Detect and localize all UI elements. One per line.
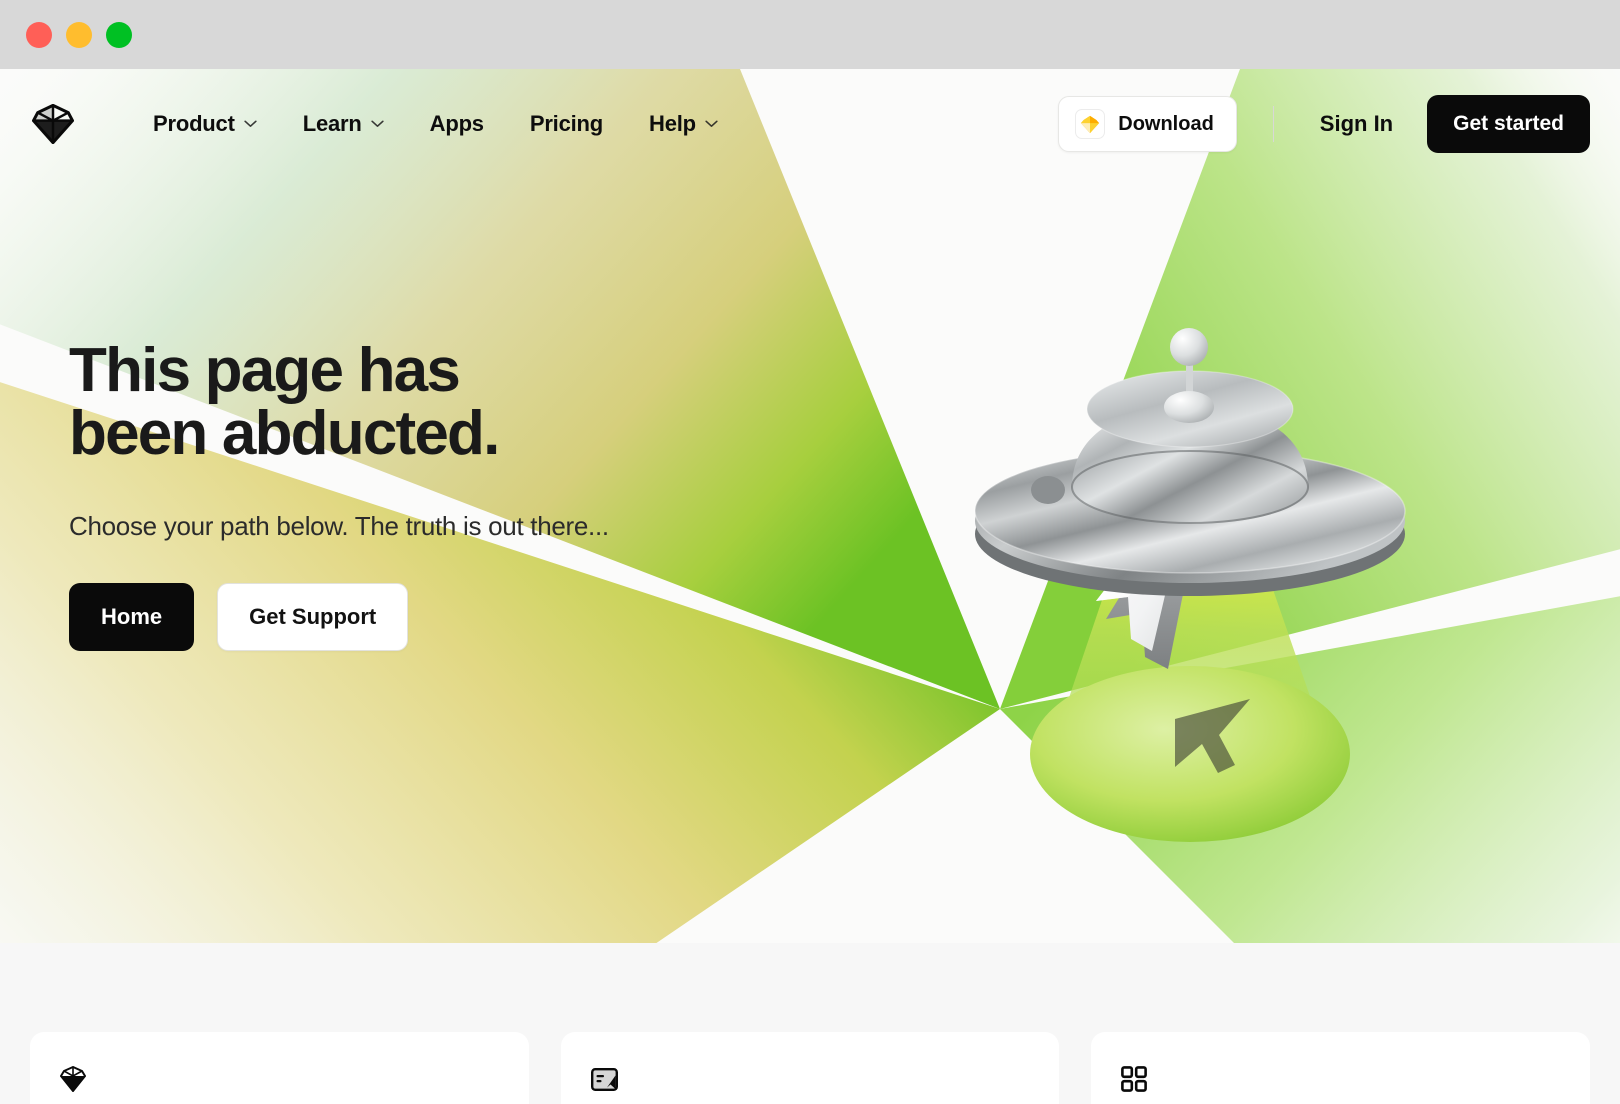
download-button[interactable]: Download (1058, 96, 1237, 152)
nav-label: Help (649, 111, 696, 136)
chevron-down-icon (371, 120, 384, 128)
hero-subtitle: Choose your path below. The truth is out… (69, 511, 609, 542)
card-features[interactable]: Looking for a list of everything you can… (1091, 1032, 1591, 1104)
header-actions: Download Sign In Get started (1058, 95, 1590, 153)
nav-item-learn[interactable]: Learn (280, 101, 407, 147)
minimize-button[interactable] (66, 21, 92, 48)
home-button[interactable]: Home (69, 583, 195, 652)
panel-cursor-icon (590, 1067, 618, 1091)
card-plans[interactable]: Solo, agency or team? We’ve got you. You… (560, 1032, 1060, 1104)
traffic-light-group (26, 21, 132, 48)
header-divider (1272, 106, 1274, 142)
cards-row: Create with our award-winning Mac app, S… (30, 1032, 1591, 1104)
page-content: Product Learn Apps Pricing Help Download… (0, 69, 1620, 1104)
window-titlebar (0, 0, 1620, 69)
sketch-gem-icon (1081, 115, 1100, 133)
download-label: Download (1118, 112, 1214, 135)
card-icon (60, 1062, 499, 1096)
sketch-diamond-icon (32, 104, 74, 144)
card-icon (590, 1062, 1030, 1096)
page-title: This page has been abducted. (69, 336, 500, 469)
nav-item-pricing[interactable]: Pricing (507, 101, 626, 147)
chevron-down-icon (244, 120, 257, 128)
sketch-diamond-icon (60, 1066, 86, 1092)
nav-label: Pricing (529, 111, 604, 136)
nav-item-help[interactable]: Help (626, 101, 741, 147)
site-header: Product Learn Apps Pricing Help Download… (0, 69, 1620, 179)
browser-window: Product Learn Apps Pricing Help Download… (0, 0, 1620, 1104)
maximize-button[interactable] (106, 21, 132, 48)
nav-label: Product (153, 111, 235, 136)
nav-item-apps[interactable]: Apps (407, 101, 507, 147)
chevron-down-icon (705, 120, 718, 128)
nav-item-product[interactable]: Product (130, 101, 280, 147)
hero-actions: Home Get Support (69, 583, 869, 652)
card-mac-app[interactable]: Create with our award-winning Mac app, (30, 1032, 529, 1104)
nav-label: Learn (302, 111, 362, 136)
grid-four-squares-icon (1121, 1066, 1148, 1092)
cards-section: Create with our award-winning Mac app, S… (0, 943, 1620, 1104)
sign-in-link[interactable]: Sign In (1296, 101, 1417, 147)
card-icon (1121, 1062, 1560, 1096)
sketch-app-icon (1075, 109, 1106, 139)
main-navigation: Product Learn Apps Pricing Help (130, 101, 741, 147)
get-support-button[interactable]: Get Support (217, 583, 409, 652)
nav-label: Apps (429, 111, 484, 136)
get-started-button[interactable]: Get started (1427, 95, 1590, 153)
hero-section: This page has been abducted. Choose your… (69, 336, 869, 652)
sketch-logo[interactable] (30, 101, 76, 147)
close-button[interactable] (26, 21, 52, 48)
